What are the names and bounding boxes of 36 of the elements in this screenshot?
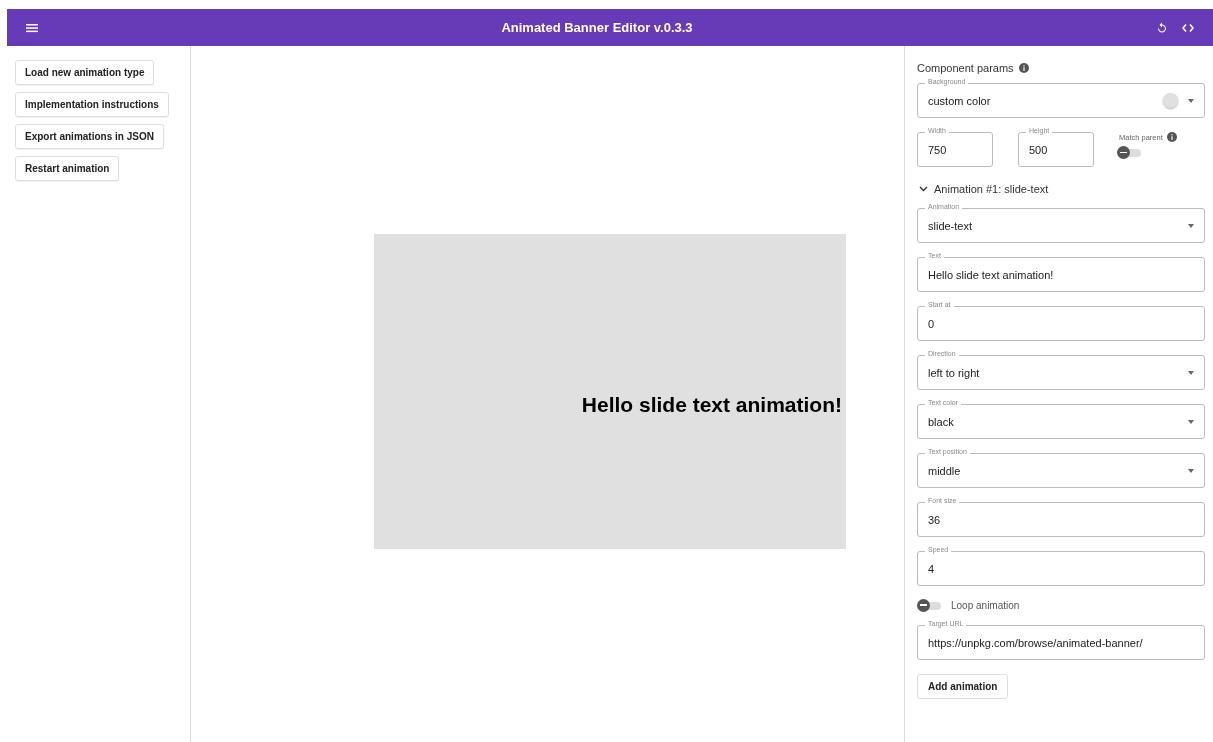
info-icon (1166, 132, 1177, 142)
caret-icon (1188, 370, 1194, 375)
sidebar-button[interactable]: Load new animation type (15, 60, 155, 85)
restart-icon (1156, 21, 1168, 34)
toggle-label: Loop animation (951, 600, 1020, 611)
field-value: left to right (928, 366, 981, 379)
toggle-switch[interactable] (919, 601, 941, 610)
caret-icon (1188, 223, 1194, 228)
animation-expander[interactable]: Animation #1: slide-text (917, 183, 1205, 195)
field-value: slide-text (928, 219, 974, 232)
banner-text: Hello slide text animation! (581, 393, 842, 417)
menu-icon (26, 22, 38, 33)
field-value: black (928, 415, 955, 428)
field-value: custom color (928, 94, 992, 107)
field-value: 500 (1029, 143, 1049, 156)
caret-icon (1188, 98, 1194, 103)
field-value: 36 (928, 513, 942, 526)
sidebar-button[interactable]: Restart animation (15, 156, 120, 181)
field-value: middle (928, 464, 962, 477)
field-value: Hello slide text animation! (928, 268, 1055, 281)
app-title: Animated Banner Editor v.0.3.3 (500, 20, 694, 35)
field-value: 0 (928, 317, 936, 330)
color-swatch[interactable] (1163, 93, 1178, 108)
field-value: 4 (928, 562, 936, 575)
caret-icon (1188, 468, 1194, 473)
toggle-switch[interactable] (1119, 149, 1141, 157)
info-icon (1018, 63, 1029, 73)
chevron-icon (919, 186, 928, 192)
field-value: https://unpkg.com/browse/animated-banner/ (928, 636, 1144, 649)
add-animation-button[interactable]: Add animation (917, 674, 1009, 699)
section-title: Component params (917, 62, 1014, 74)
code-icon (1182, 22, 1194, 33)
sidebar-button[interactable]: Implementation instructions (15, 92, 169, 117)
caret-icon (1188, 419, 1194, 424)
sidebar-button[interactable]: Export animations in JSON (15, 124, 164, 149)
field-value: 750 (928, 143, 948, 156)
